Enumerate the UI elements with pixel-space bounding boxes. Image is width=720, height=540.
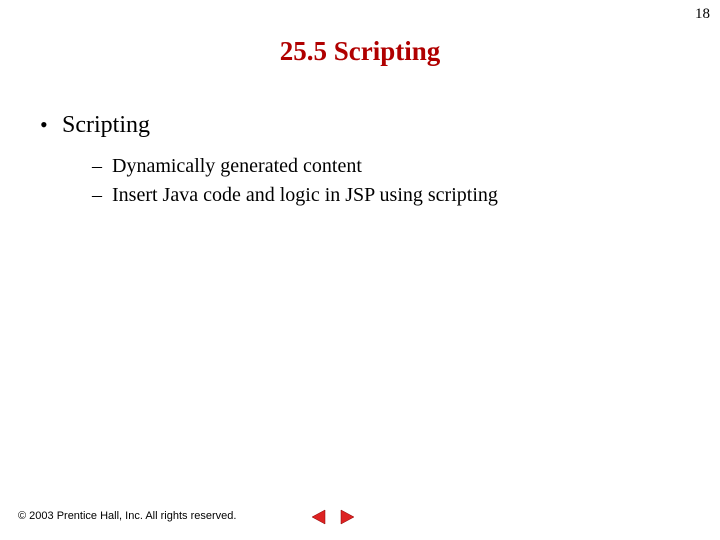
content-body: • Scripting – Dynamically generated cont… (40, 112, 680, 213)
copyright-text: © 2003 Prentice Hall, Inc. All rights re… (18, 510, 236, 522)
prev-slide-button[interactable] (310, 508, 328, 526)
slide: 18 25.5 Scripting • Scripting – Dynamica… (0, 0, 720, 540)
bullet-main-text: Scripting (62, 112, 150, 139)
next-arrow-icon (339, 509, 355, 525)
slide-nav (310, 508, 356, 526)
dash-icon: – (92, 155, 112, 178)
prev-arrow-icon (311, 509, 327, 525)
bullet-dot-icon: • (40, 112, 62, 138)
next-slide-button[interactable] (338, 508, 356, 526)
bullet-main: • Scripting (40, 112, 680, 139)
dash-icon: – (92, 184, 112, 207)
footer: © 2003 Prentice Hall, Inc. All rights re… (18, 510, 236, 522)
page-number: 18 (695, 6, 710, 23)
sub-bullets: – Dynamically generated content – Insert… (92, 155, 680, 207)
bullet-sub: – Dynamically generated content (92, 155, 680, 178)
bullet-sub: – Insert Java code and logic in JSP usin… (92, 184, 680, 207)
slide-title: 25.5 Scripting (0, 36, 720, 67)
bullet-sub-text: Insert Java code and logic in JSP using … (112, 184, 498, 207)
bullet-sub-text: Dynamically generated content (112, 155, 362, 178)
